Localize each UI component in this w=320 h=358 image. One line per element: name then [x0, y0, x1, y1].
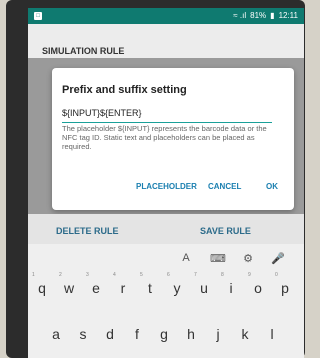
key-k[interactable]: k — [233, 318, 257, 348]
rule-actions: DELETE RULE SAVE RULE — [28, 214, 304, 244]
key-hint: 4 — [113, 272, 116, 278]
key-w[interactable]: 2w — [57, 272, 81, 302]
key-label: k — [241, 326, 249, 342]
key-label: d — [106, 326, 114, 342]
key-y[interactable]: 6y — [165, 272, 189, 302]
prefix-suffix-dialog: Prefix and suffix setting The placeholde… — [52, 68, 294, 210]
keyboard-icon[interactable]: ⌨ — [210, 250, 226, 266]
dialog-title: Prefix and suffix setting — [62, 84, 187, 96]
key-label: h — [187, 326, 195, 342]
key-hint: 9 — [248, 272, 251, 278]
clock: 12:11 — [278, 11, 298, 20]
text-style-icon[interactable]: A — [178, 250, 194, 266]
key-label: s — [79, 326, 87, 342]
mic-icon[interactable]: 🎤 — [270, 250, 286, 266]
app-bar: SIMULATION RULE — [28, 24, 304, 58]
key-label: w — [63, 280, 75, 296]
ok-button[interactable]: OK — [266, 182, 278, 191]
key-hint: 1 — [32, 272, 35, 278]
key-label: f — [135, 326, 139, 342]
screen: □ ≈ .ıl 81% ▮ 12:11 SIMULATION RULE Pref… — [28, 8, 304, 358]
key-hint: 6 — [167, 272, 170, 278]
key-g[interactable]: g — [152, 318, 176, 348]
key-hint: 7 — [194, 272, 197, 278]
key-label: y — [173, 280, 181, 296]
settings-icon[interactable]: ⚙ — [240, 250, 256, 266]
page-title: SIMULATION RULE — [42, 46, 125, 56]
key-p[interactable]: 0p — [273, 272, 297, 302]
delete-rule-button[interactable]: DELETE RULE — [56, 226, 119, 236]
status-bar: □ ≈ .ıl 81% ▮ 12:11 — [28, 8, 304, 24]
key-label: i — [229, 280, 233, 296]
battery-percent: 81% — [250, 11, 267, 20]
key-label: r — [120, 280, 126, 296]
key-r[interactable]: 4r — [111, 272, 135, 302]
key-hint: 5 — [140, 272, 143, 278]
phone-frame: □ ≈ .ıl 81% ▮ 12:11 SIMULATION RULE Pref… — [6, 0, 305, 358]
key-label: g — [160, 326, 168, 342]
key-j[interactable]: j — [206, 318, 230, 348]
key-hint: 0 — [275, 272, 278, 278]
key-hint: 2 — [59, 272, 62, 278]
key-label: o — [254, 280, 262, 296]
key-s[interactable]: s — [71, 318, 95, 348]
placeholder-button[interactable]: PLACEHOLDER — [136, 182, 197, 191]
key-a[interactable]: a — [44, 318, 68, 348]
save-rule-button[interactable]: SAVE RULE — [200, 226, 251, 236]
key-label: p — [281, 280, 289, 296]
key-label: u — [200, 280, 208, 296]
key-t[interactable]: 5t — [138, 272, 162, 302]
keyboard: A ⌨ ⚙ 🎤 1q2w3e4r5t6y7u8i9o0p asdfghjkl — [28, 244, 304, 358]
key-hint: 3 — [86, 272, 89, 278]
key-o[interactable]: 9o — [246, 272, 270, 302]
signal-icon: ≈ .ıl — [233, 11, 247, 20]
dialog-help-text: The placeholder ${INPUT} represents the … — [62, 124, 267, 151]
key-q[interactable]: 1q — [30, 272, 54, 302]
key-u[interactable]: 7u — [192, 272, 216, 302]
key-d[interactable]: d — [98, 318, 122, 348]
status-indicators: ≈ .ıl 81% ▮ 12:11 — [233, 11, 298, 20]
key-label: e — [92, 280, 100, 296]
key-f[interactable]: f — [125, 318, 149, 348]
prefix-suffix-input[interactable] — [62, 104, 272, 123]
key-hint: 8 — [221, 272, 224, 278]
key-label: t — [148, 280, 152, 296]
cancel-button[interactable]: CANCEL — [208, 182, 241, 191]
notification-icon: □ — [34, 12, 42, 20]
key-l[interactable]: l — [260, 318, 284, 348]
key-label: j — [216, 326, 220, 342]
key-label: a — [52, 326, 60, 342]
key-e[interactable]: 3e — [84, 272, 108, 302]
key-h[interactable]: h — [179, 318, 203, 348]
key-label: l — [270, 326, 274, 342]
keyboard-toolbar: A ⌨ ⚙ 🎤 — [28, 248, 304, 268]
key-label: q — [38, 280, 46, 296]
key-i[interactable]: 8i — [219, 272, 243, 302]
battery-icon: ▮ — [270, 11, 275, 20]
